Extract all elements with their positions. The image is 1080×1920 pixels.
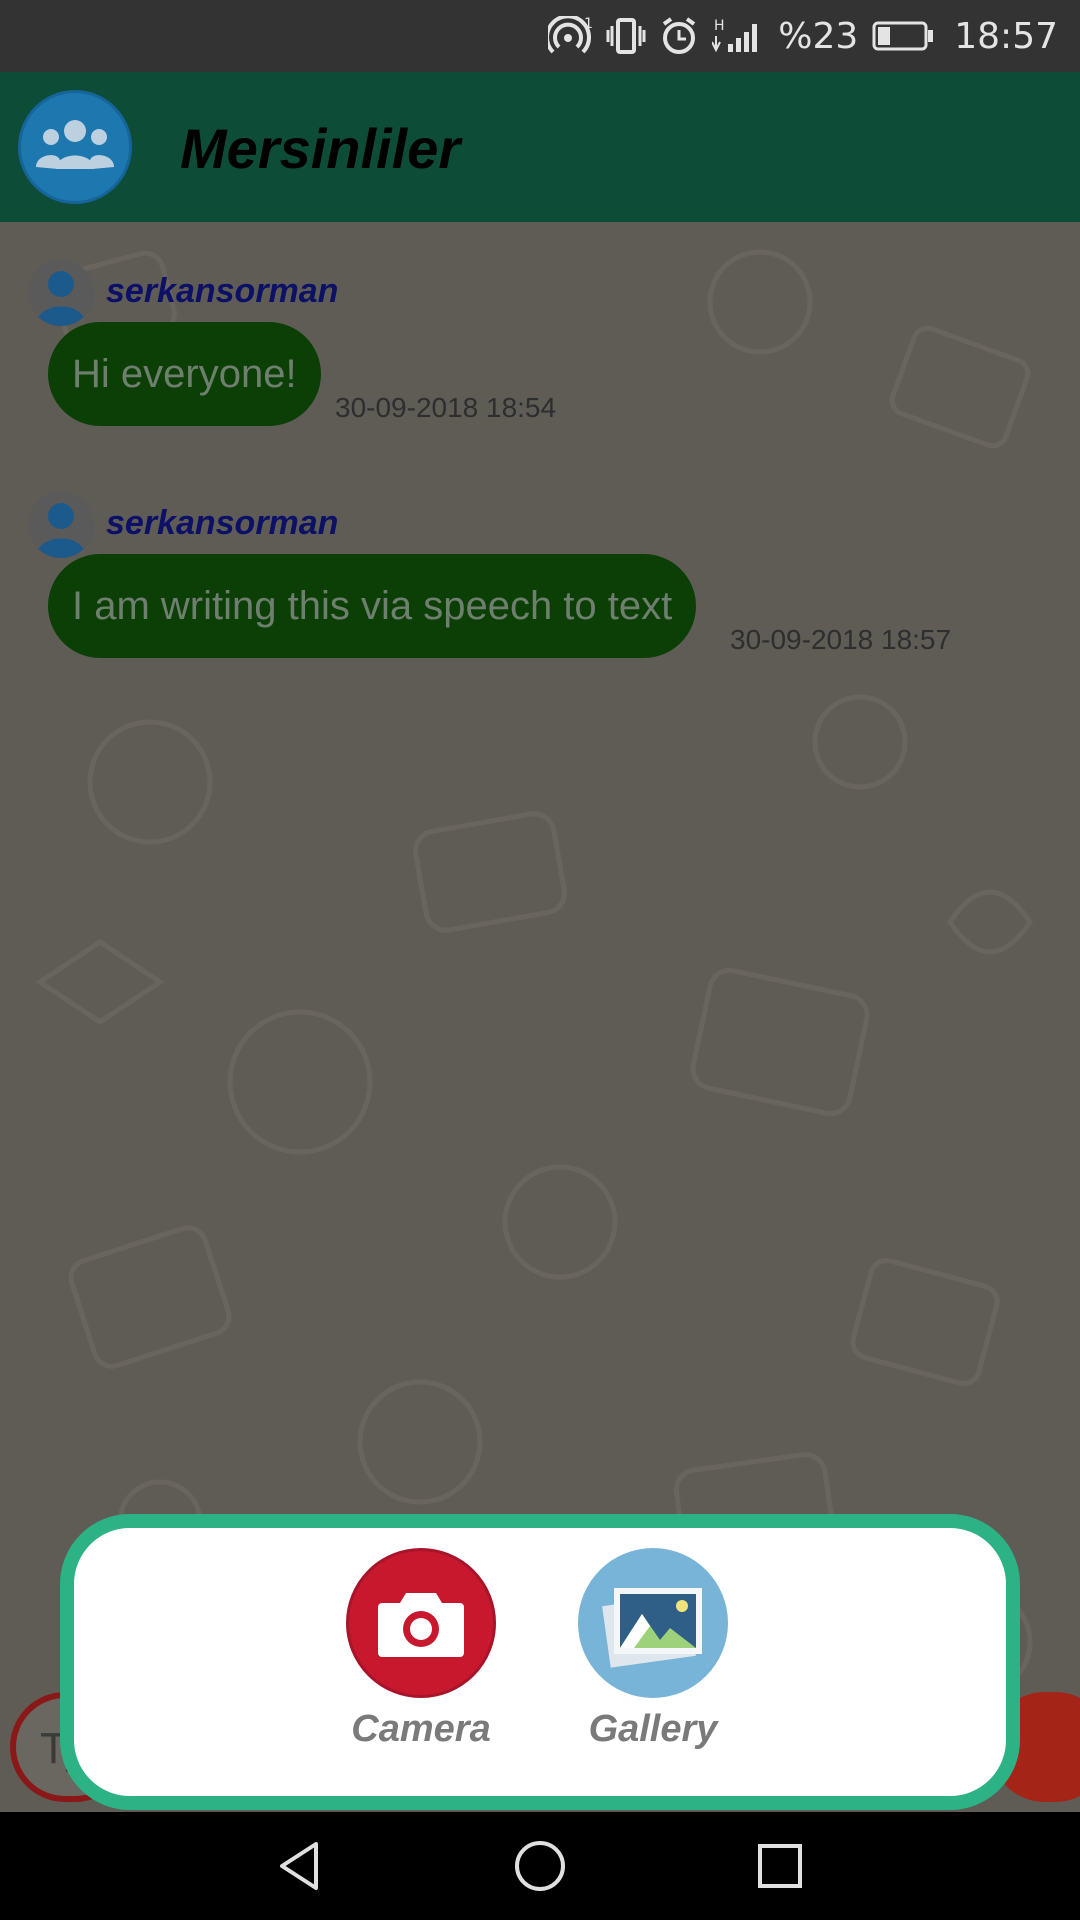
navigation-bar xyxy=(0,1812,1080,1920)
battery-percent: %23 xyxy=(778,15,859,57)
gallery-button[interactable] xyxy=(578,1548,728,1698)
back-button[interactable] xyxy=(264,1830,336,1902)
status-bar: 1 H %23 18:57 xyxy=(0,0,1080,72)
group-avatar[interactable] xyxy=(18,90,132,204)
user-avatar xyxy=(28,260,94,326)
clock: 18:57 xyxy=(954,15,1058,57)
message-item: serkansorman Hi everyone! 30-09-2018 18:… xyxy=(0,260,1080,440)
message-item: serkansorman I am writing this via speec… xyxy=(0,492,1080,672)
alarm-icon xyxy=(663,17,696,54)
svg-text:1: 1 xyxy=(584,16,592,32)
signal-icon: H xyxy=(712,18,758,53)
camera-icon xyxy=(378,1593,464,1657)
gallery-option[interactable]: Gallery xyxy=(568,1548,738,1751)
chat-title: Mersinliler xyxy=(180,117,461,180)
message-timestamp: 30-09-2018 18:57 xyxy=(730,624,952,655)
recents-icon xyxy=(758,1844,802,1888)
message-sender: serkansorman xyxy=(106,504,339,542)
message-bubble[interactable]: Hi everyone! xyxy=(48,322,321,426)
camera-option[interactable]: Camera xyxy=(336,1548,506,1751)
recents-button[interactable] xyxy=(744,1830,816,1902)
back-icon xyxy=(280,1842,318,1890)
message-timestamp: 30-09-2018 18:54 xyxy=(335,392,557,423)
gallery-icon xyxy=(602,1588,702,1668)
user-icon xyxy=(36,503,86,558)
camera-label: Camera xyxy=(351,1708,491,1750)
battery-icon xyxy=(872,21,934,51)
message-bubble[interactable]: I am writing this via speech to text xyxy=(48,554,697,658)
group-icon xyxy=(36,120,114,169)
home-button[interactable] xyxy=(504,1830,576,1902)
gallery-label: Gallery xyxy=(588,1708,718,1750)
status-icons: 1 H %23 18:57 xyxy=(548,0,1058,72)
home-icon xyxy=(515,1841,565,1891)
vibrate-icon xyxy=(606,18,646,54)
message-sender: serkansorman xyxy=(106,272,339,310)
hotspot-icon: 1 xyxy=(548,16,592,54)
app-bar: Mersinliler xyxy=(0,72,1080,222)
user-avatar xyxy=(28,492,94,558)
svg-text:H: H xyxy=(714,18,725,34)
user-icon xyxy=(36,271,86,326)
attachment-dialog: Camera Gallery xyxy=(60,1514,1020,1810)
camera-button[interactable] xyxy=(346,1548,496,1698)
